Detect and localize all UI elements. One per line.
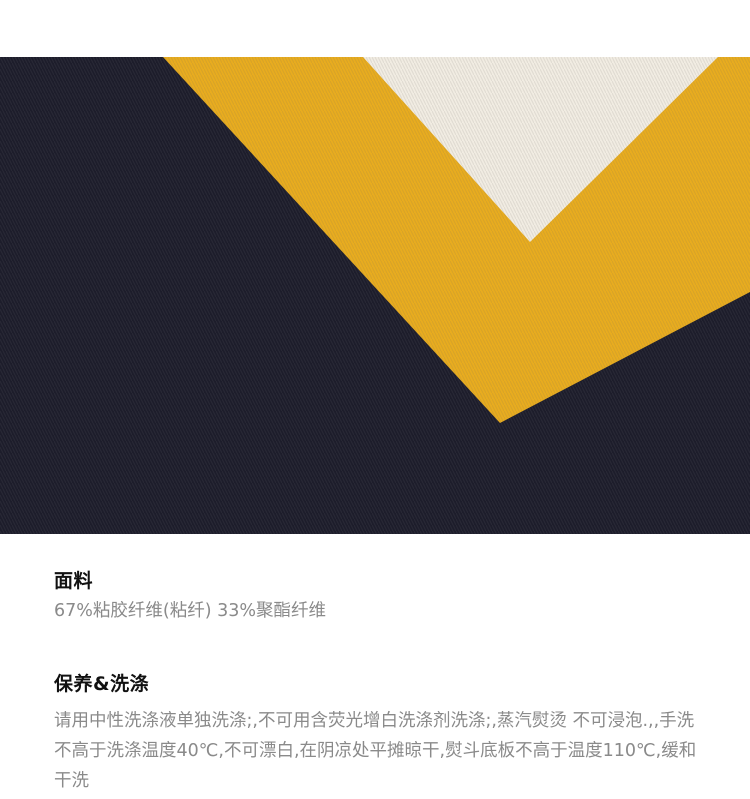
care-content: 请用中性洗涤液单独洗涤;,不可用含荧光增白洗涤剂洗涤;,蒸汽熨烫 不可浸泡.,,…: [54, 711, 697, 791]
fabric-title: 面料: [54, 570, 94, 592]
fabric-content: 67%粘胶纤维(粘纤) 33%聚酯纤维: [54, 601, 327, 621]
top-spacer: [0, 0, 750, 57]
care-title: 保养&洗涤: [54, 673, 150, 695]
knit-pattern-image: [0, 57, 750, 534]
product-photo: [0, 57, 750, 534]
